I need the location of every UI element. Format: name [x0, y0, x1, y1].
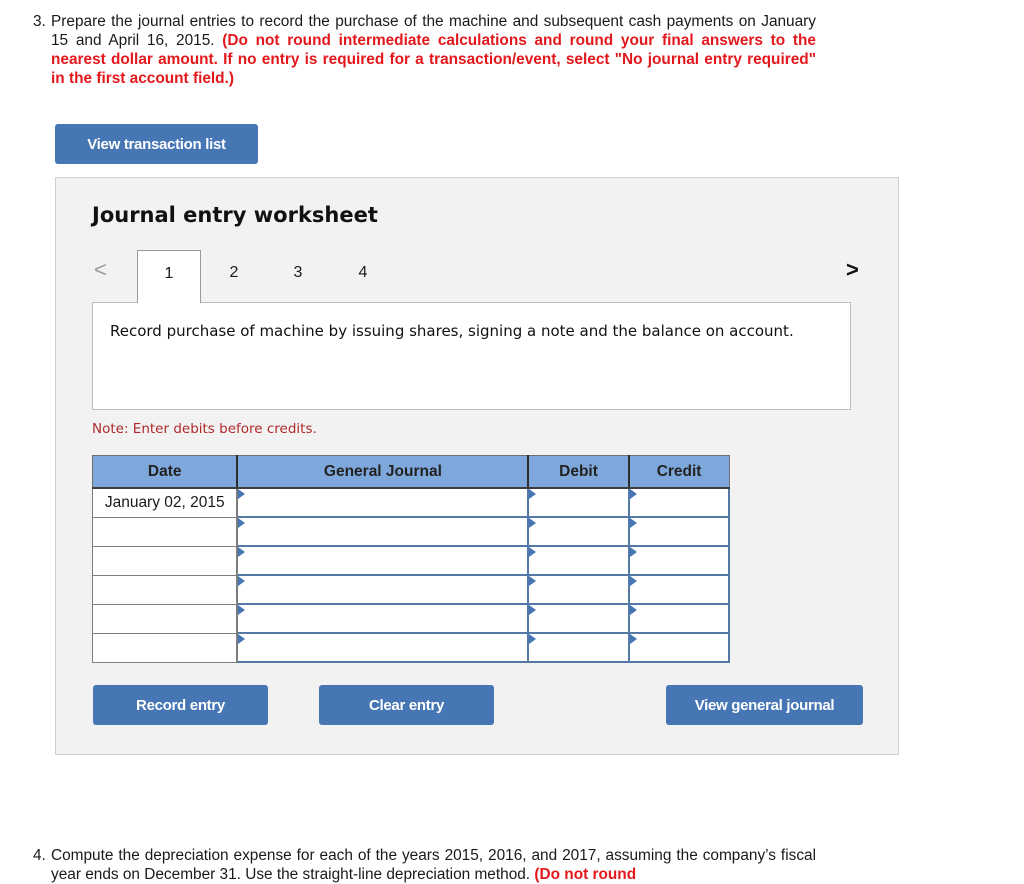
account-cell [236, 603, 530, 634]
credit-input[interactable] [629, 518, 728, 545]
credit-cell [627, 545, 731, 576]
table-row [92, 545, 731, 576]
dropdown-flag-icon [629, 547, 637, 557]
debit-cell [527, 632, 630, 663]
debit-cell [527, 487, 630, 518]
account-input[interactable] [238, 576, 528, 603]
question-4: 4. Compute the depreciation expense for … [33, 846, 816, 884]
entry-note: Note: Enter debits before credits. [92, 421, 317, 437]
date-cell [92, 574, 239, 605]
dropdown-flag-icon [238, 634, 246, 644]
date-cell: January 02, 2015 [92, 487, 239, 518]
credit-input[interactable] [629, 634, 728, 661]
question-number: 4. [33, 847, 46, 864]
account-input[interactable] [238, 489, 528, 516]
table-row [92, 516, 731, 547]
debit-cell [527, 516, 630, 547]
header-date: Date [92, 455, 238, 489]
debit-cell [527, 574, 630, 605]
dropdown-flag-icon [629, 634, 637, 644]
debit-input[interactable] [529, 605, 628, 632]
dropdown-flag-icon [529, 547, 537, 557]
dropdown-flag-icon [238, 518, 246, 528]
date-cell [92, 632, 239, 663]
account-cell [236, 632, 530, 663]
account-input[interactable] [238, 605, 528, 632]
dropdown-flag-icon [238, 489, 246, 499]
dropdown-flag-icon [529, 518, 537, 528]
table-header-row: Date General Journal Debit Credit [92, 455, 730, 489]
question-number: 3. [33, 13, 46, 30]
header-credit: Credit [627, 455, 730, 489]
question-3: 3. Prepare the journal entries to record… [33, 12, 816, 88]
account-input[interactable] [238, 518, 528, 545]
table-row [92, 603, 731, 634]
journal-table: Date General Journal Debit Credit Januar… [92, 455, 731, 663]
account-cell [236, 487, 530, 518]
dropdown-flag-icon [238, 576, 246, 586]
question-instruction: (Do not round [534, 866, 637, 883]
credit-cell [627, 632, 731, 663]
dropdown-flag-icon [629, 576, 637, 586]
header-general-journal: General Journal [236, 455, 529, 489]
header-debit: Debit [527, 455, 630, 489]
worksheet-title: Journal entry worksheet [92, 203, 378, 227]
record-entry-button[interactable]: Record entry [93, 685, 268, 725]
account-cell [236, 516, 530, 547]
dropdown-flag-icon [529, 634, 537, 644]
debit-input[interactable] [529, 518, 628, 545]
debit-cell [527, 545, 630, 576]
account-cell [236, 545, 530, 576]
debit-input[interactable] [529, 634, 628, 661]
dropdown-flag-icon [629, 605, 637, 615]
question-text: Compute the depreciation expense for eac… [51, 847, 816, 883]
view-general-journal-button[interactable]: View general journal [666, 685, 863, 725]
tab-4[interactable]: 4 [331, 250, 395, 302]
tab-1[interactable]: 1 [137, 250, 201, 303]
credit-cell [627, 574, 731, 605]
dropdown-flag-icon [629, 489, 637, 499]
debit-input[interactable] [529, 489, 628, 516]
credit-cell [627, 603, 731, 634]
tab-3[interactable]: 3 [266, 250, 330, 302]
dropdown-flag-icon [529, 605, 537, 615]
credit-input[interactable] [629, 576, 728, 603]
table-row [92, 632, 731, 663]
chevron-left-icon[interactable]: < [94, 257, 107, 283]
credit-cell [627, 516, 731, 547]
dropdown-flag-icon [629, 518, 637, 528]
dropdown-flag-icon [529, 576, 537, 586]
credit-input[interactable] [629, 489, 728, 516]
debit-input[interactable] [529, 547, 628, 574]
date-cell [92, 545, 239, 576]
dropdown-flag-icon [529, 489, 537, 499]
clear-entry-button[interactable]: Clear entry [319, 685, 494, 725]
date-cell [92, 603, 239, 634]
debit-input[interactable] [529, 576, 628, 603]
credit-cell [627, 487, 731, 518]
account-input[interactable] [238, 547, 528, 574]
journal-entry-worksheet-panel: Journal entry worksheet < > 1 2 3 4 Reco… [55, 177, 899, 755]
dropdown-flag-icon [238, 605, 246, 615]
chevron-right-icon[interactable]: > [846, 257, 859, 283]
table-row [92, 574, 731, 605]
credit-input[interactable] [629, 547, 728, 574]
date-cell [92, 516, 239, 547]
credit-input[interactable] [629, 605, 728, 632]
dropdown-flag-icon [238, 547, 246, 557]
tab-2[interactable]: 2 [202, 250, 266, 302]
transaction-description: Record purchase of machine by issuing sh… [92, 302, 851, 410]
account-input[interactable] [238, 634, 528, 661]
account-cell [236, 574, 530, 605]
view-transaction-list-button[interactable]: View transaction list [55, 124, 258, 164]
debit-cell [527, 603, 630, 634]
table-row: January 02, 2015 [92, 487, 731, 518]
